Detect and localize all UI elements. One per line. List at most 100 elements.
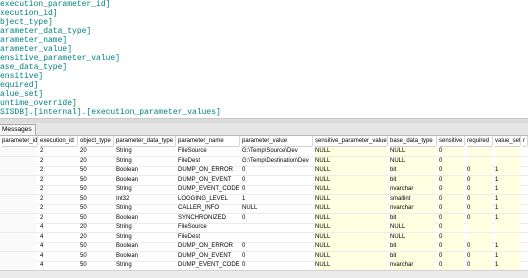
- cell-sensitive-parameter-value[interactable]: NULL: [315, 213, 387, 223]
- cell-object-type[interactable]: 50: [80, 166, 113, 175]
- cell-runtime-override[interactable]: [523, 261, 527, 270]
- cell-required[interactable]: 0: [467, 204, 492, 213]
- cell-base-data-type[interactable]: bit: [390, 166, 436, 175]
- results-grid[interactable]: parameter_id execution_id object_type param…: [0, 136, 528, 277]
- cell-object-type[interactable]: 20: [80, 157, 113, 166]
- cell-execution-id[interactable]: 4: [40, 261, 77, 270]
- cell-sensitive[interactable]: 0: [439, 213, 464, 223]
- cell-parameter-data-type[interactable]: Boolean: [116, 214, 175, 223]
- cell-runtime-override[interactable]: [523, 223, 527, 232]
- cell-required[interactable]: [467, 232, 492, 242]
- cell-sensitive-parameter-value[interactable]: NULL: [315, 242, 387, 251]
- cell-parameter-data-type[interactable]: String: [116, 204, 175, 213]
- cell-runtime-override[interactable]: [523, 176, 527, 185]
- cell-parameter-data-type[interactable]: Boolean: [116, 176, 175, 185]
- cell-parameter-value[interactable]: 0: [242, 176, 312, 185]
- cell-parameter-id[interactable]: [2, 214, 37, 223]
- cell-base-data-type[interactable]: bit: [390, 213, 436, 223]
- cell-execution-id[interactable]: 2: [40, 214, 77, 223]
- cell-sensitive[interactable]: 0: [439, 242, 464, 251]
- cell-parameter-id[interactable]: [2, 223, 37, 232]
- cell-parameter-data-type[interactable]: Boolean: [116, 166, 175, 175]
- cell-parameter-name[interactable]: FileDest: [178, 233, 239, 242]
- cell-parameter-value[interactable]: G:\Temp\Destination\Dev: [242, 157, 312, 166]
- column-divider[interactable]: [464, 136, 465, 146]
- cell-required[interactable]: 0: [467, 166, 492, 175]
- cell-parameter-id[interactable]: [2, 185, 37, 194]
- cell-object-type[interactable]: 20: [80, 223, 113, 232]
- cell-parameter-data-type[interactable]: String: [116, 185, 175, 194]
- cell-required[interactable]: [467, 156, 492, 166]
- cell-object-type[interactable]: 50: [80, 195, 113, 204]
- cell-sensitive-parameter-value[interactable]: NULL: [315, 204, 387, 213]
- cell-parameter-id[interactable]: [2, 147, 37, 156]
- cell-parameter-id[interactable]: [2, 242, 37, 251]
- cell-runtime-override[interactable]: [523, 242, 527, 251]
- cell-parameter-value[interactable]: 0: [242, 242, 312, 251]
- cell-runtime-override[interactable]: [523, 185, 527, 194]
- column-header-object-type[interactable]: object_type: [80, 136, 113, 147]
- cell-value-set[interactable]: 1: [495, 213, 520, 223]
- cell-parameter-data-type[interactable]: String: [116, 157, 175, 166]
- cell-parameter-id[interactable]: [2, 252, 37, 261]
- cell-required[interactable]: 0: [467, 194, 492, 204]
- tab-messages[interactable]: Messages: [0, 124, 36, 135]
- cell-object-type[interactable]: 20: [80, 233, 113, 242]
- cell-required[interactable]: [467, 223, 492, 232]
- cell-execution-id[interactable]: 2: [40, 204, 77, 213]
- cell-sensitive[interactable]: 0: [439, 194, 464, 204]
- column-divider[interactable]: [175, 136, 176, 146]
- cell-parameter-name[interactable]: FileSource: [178, 147, 239, 156]
- cell-parameter-value[interactable]: NULL: [242, 204, 312, 213]
- cell-sensitive-parameter-value[interactable]: NULL: [315, 185, 387, 194]
- cell-parameter-data-type[interactable]: String: [116, 261, 175, 270]
- cell-base-data-type[interactable]: NULL: [390, 232, 436, 242]
- cell-parameter-value[interactable]: 0: [242, 252, 312, 261]
- cell-parameter-id[interactable]: [2, 233, 37, 242]
- cell-parameter-data-type[interactable]: Int32: [116, 195, 175, 204]
- cell-base-data-type[interactable]: nvarchar: [390, 185, 436, 194]
- cell-parameter-name[interactable]: DUMP_EVENT_CODE: [178, 261, 239, 270]
- cell-parameter-data-type[interactable]: Boolean: [116, 252, 175, 261]
- cell-parameter-data-type[interactable]: String: [116, 147, 175, 156]
- cell-execution-id[interactable]: 2: [40, 185, 77, 194]
- cell-parameter-name[interactable]: DUMP_ON_EVENT: [178, 176, 239, 185]
- column-divider[interactable]: [387, 136, 388, 146]
- cell-required[interactable]: 0: [467, 185, 492, 194]
- cell-base-data-type[interactable]: NULL: [390, 156, 436, 166]
- cell-base-data-type[interactable]: nvarchar: [390, 204, 436, 213]
- column-divider[interactable]: [77, 136, 78, 146]
- cell-parameter-data-type[interactable]: String: [116, 233, 175, 242]
- cell-base-data-type[interactable]: bit: [390, 242, 436, 251]
- cell-sensitive[interactable]: 0: [439, 185, 464, 194]
- cell-sensitive[interactable]: 0: [439, 232, 464, 242]
- cell-required[interactable]: 0: [467, 213, 492, 223]
- cell-object-type[interactable]: 50: [80, 204, 113, 213]
- cell-base-data-type[interactable]: NULL: [390, 223, 436, 232]
- column-divider[interactable]: [492, 136, 493, 146]
- cell-parameter-name[interactable]: FileSource: [178, 223, 239, 232]
- cell-sensitive[interactable]: 0: [439, 175, 464, 185]
- cell-value-set[interactable]: 1: [495, 204, 520, 213]
- cell-parameter-name[interactable]: DUMP_ON_EVENT: [178, 252, 239, 261]
- cell-base-data-type[interactable]: NULL: [390, 147, 436, 156]
- column-divider[interactable]: [436, 136, 437, 146]
- column-header-required[interactable]: required: [467, 136, 492, 147]
- column-header-parameter-id[interactable]: parameter_id: [2, 136, 37, 147]
- cell-parameter-value[interactable]: G:\Temp\Source\Dev: [242, 147, 312, 156]
- cell-object-type[interactable]: 50: [80, 176, 113, 185]
- cell-parameter-name[interactable]: DUMP_ON_ERROR: [178, 166, 239, 175]
- cell-object-type[interactable]: 50: [80, 261, 113, 270]
- column-header-parameter-data-type[interactable]: parameter_data_type: [116, 136, 175, 147]
- cell-sensitive[interactable]: 0: [439, 166, 464, 175]
- cell-sensitive[interactable]: 0: [439, 147, 464, 156]
- cell-runtime-override[interactable]: [523, 157, 527, 166]
- cell-value-set[interactable]: 1: [495, 242, 520, 251]
- cell-runtime-override[interactable]: [523, 214, 527, 223]
- cell-object-type[interactable]: 20: [80, 147, 113, 156]
- cell-parameter-name[interactable]: DUMP_ON_ERROR: [178, 242, 239, 251]
- column-divider[interactable]: [520, 136, 521, 146]
- column-header-sensitive-parameter-value[interactable]: sensitive_parameter_value: [315, 136, 387, 147]
- cell-execution-id[interactable]: 2: [40, 195, 77, 204]
- cell-object-type[interactable]: 50: [80, 252, 113, 261]
